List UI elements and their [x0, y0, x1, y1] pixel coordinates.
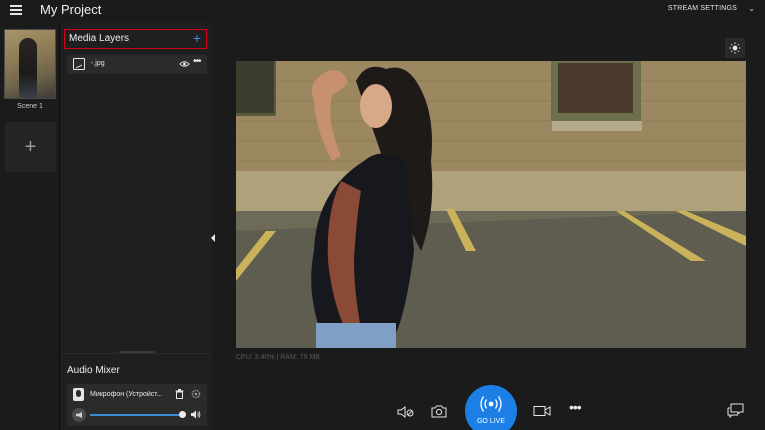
project-title: My Project: [40, 2, 102, 17]
layer-more-icon[interactable]: •••: [193, 56, 201, 67]
main-area: CPU: 3.40% | RAM: 79 MB GO LIVE •••: [216, 22, 765, 430]
add-layer-button[interactable]: +: [193, 30, 201, 46]
scenes-panel: Scene 1 +: [0, 22, 60, 430]
camera-icon[interactable]: [431, 404, 447, 418]
top-bar: My Project STREAM SETTINGS ⌄: [0, 0, 765, 22]
mute-speaker-icon[interactable]: [72, 408, 86, 422]
performance-stats: CPU: 3.40% | RAM: 79 MB: [236, 354, 320, 361]
menu-icon[interactable]: [10, 5, 22, 15]
audio-source-item: Микрофон (Устройст...: [67, 384, 207, 426]
stream-settings-button[interactable]: STREAM SETTINGS: [668, 5, 737, 12]
gear-icon[interactable]: [191, 389, 201, 399]
image-icon: [73, 58, 85, 70]
app-window: My Project STREAM SETTINGS ⌄ Scene 1 + M…: [0, 0, 765, 430]
go-live-label: GO LIVE: [476, 418, 505, 425]
layer-item[interactable]: -.jpg •••: [67, 55, 207, 74]
volume-slider[interactable]: [90, 414, 182, 416]
collapse-panel-arrow[interactable]: [211, 234, 215, 242]
media-layers-header: Media Layers +: [64, 29, 207, 49]
volume-slider-thumb[interactable]: [179, 411, 186, 418]
trash-icon[interactable]: [175, 389, 184, 399]
preview-photo: [236, 61, 746, 348]
sun-icon: [729, 42, 741, 54]
audio-mixer-title: Audio Mixer: [67, 365, 120, 376]
scene-thumbnail[interactable]: [4, 29, 56, 99]
panel-divider: [61, 353, 212, 354]
audio-source-name: Микрофон (Устройст...: [90, 391, 163, 398]
volume-icon: [191, 410, 201, 419]
video-camera-icon[interactable]: [533, 405, 551, 417]
scene-label: Scene 1: [17, 103, 43, 110]
brightness-icon-button[interactable]: [725, 38, 745, 58]
more-options-icon[interactable]: •••: [569, 399, 582, 415]
speaker-mute-icon[interactable]: [397, 405, 415, 419]
resize-handle[interactable]: [119, 351, 155, 353]
stream-preview: [236, 61, 746, 348]
layer-name: -.jpg: [91, 60, 105, 67]
add-scene-button[interactable]: +: [5, 122, 56, 172]
eye-icon[interactable]: [179, 60, 190, 68]
microphone-icon: [73, 388, 84, 401]
go-live-button[interactable]: GO LIVE: [465, 385, 517, 430]
media-layers-title: Media Layers: [69, 33, 130, 44]
chevron-down-icon[interactable]: ⌄: [748, 4, 755, 13]
layers-panel: Media Layers + -.jpg ••• Audio Mixer Мик…: [61, 22, 212, 430]
scene-thumbnail-figure: [19, 38, 37, 98]
chat-icon[interactable]: [727, 403, 745, 418]
